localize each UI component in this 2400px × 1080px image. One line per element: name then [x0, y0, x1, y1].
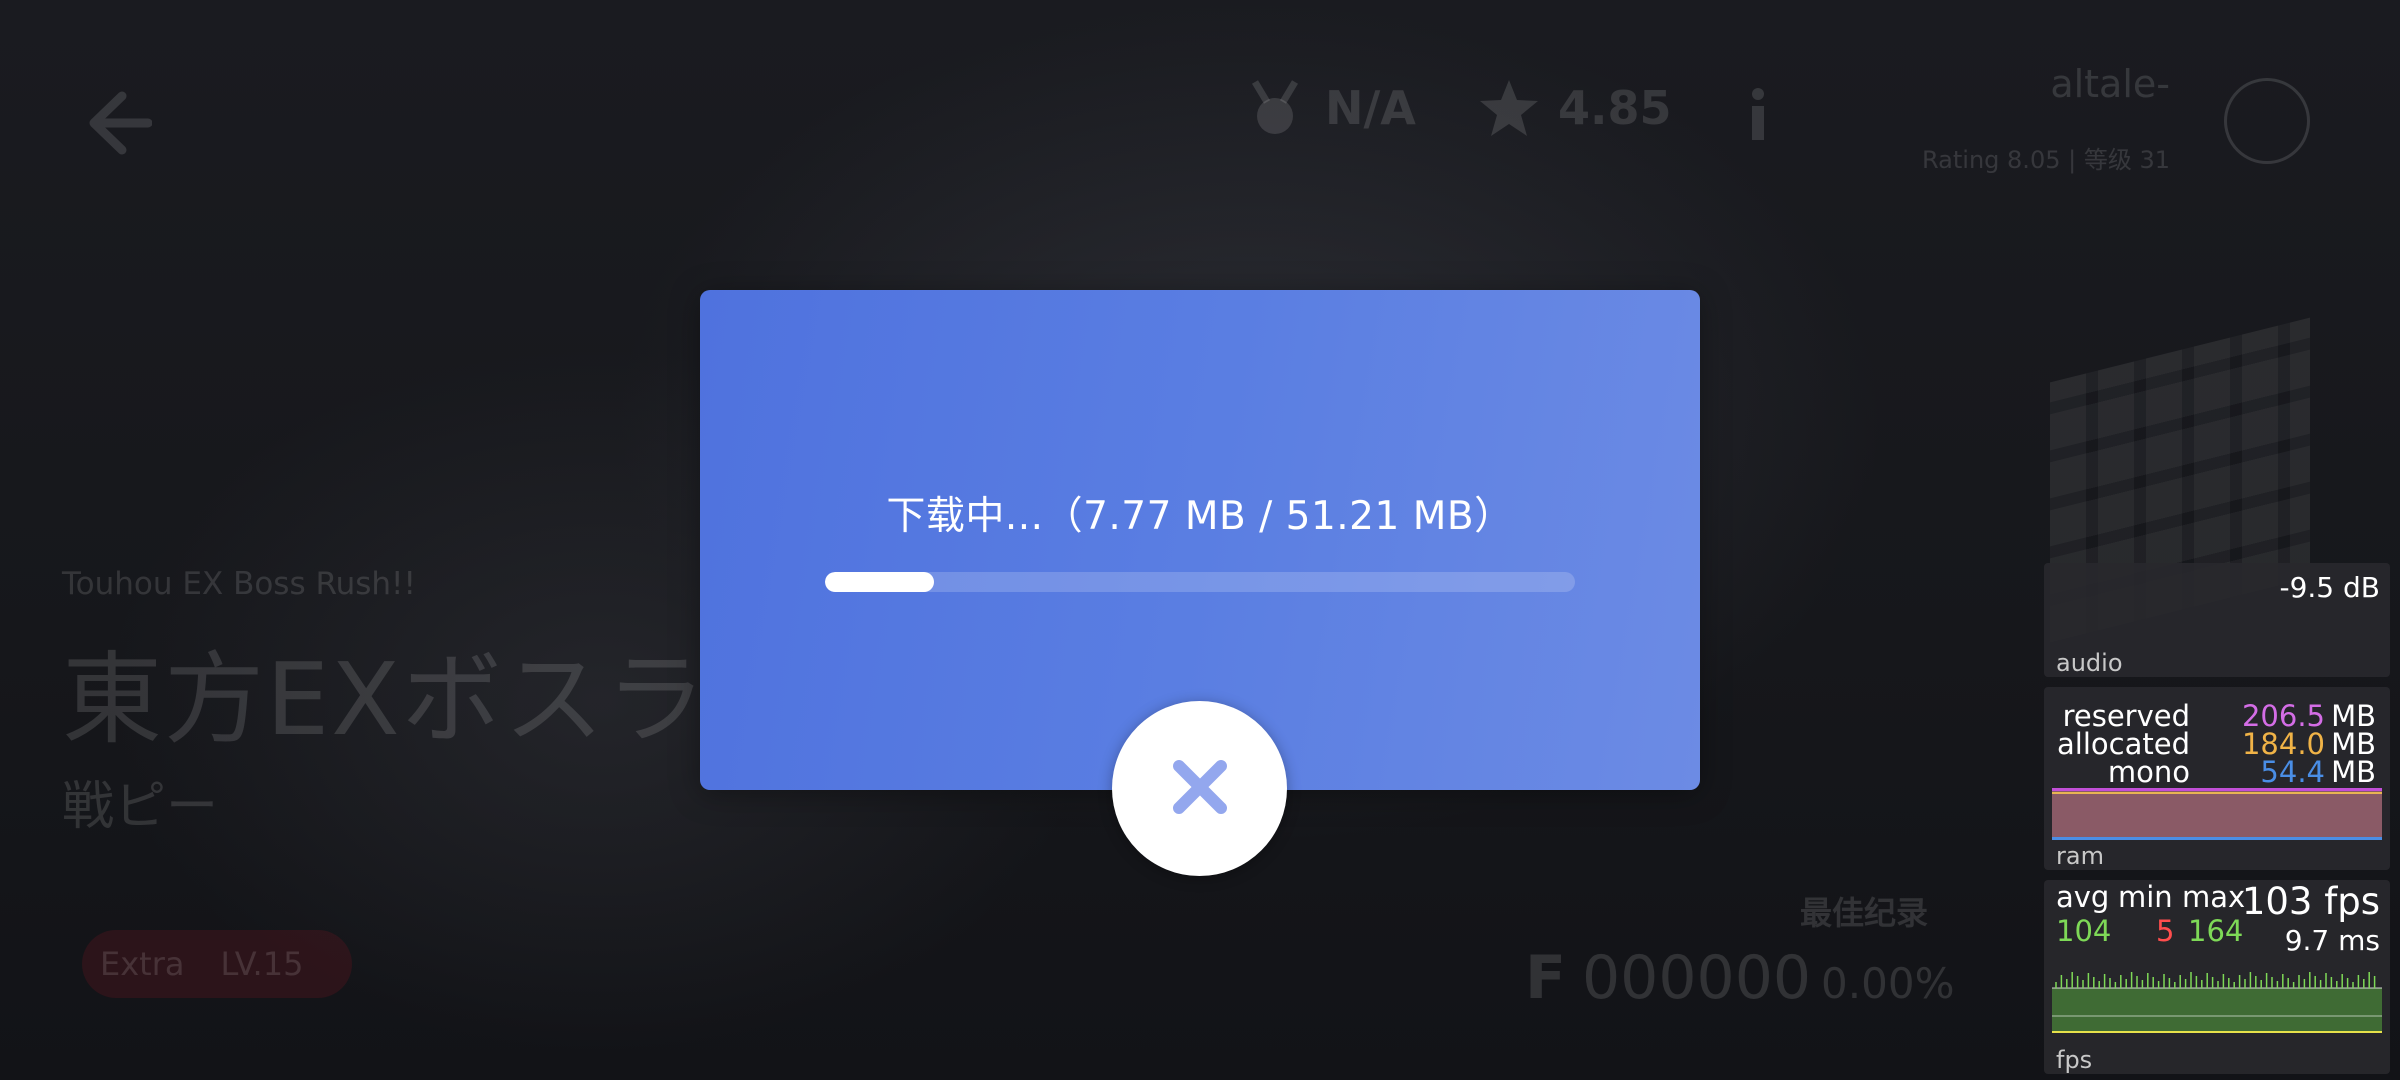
grade-value: N/A: [1325, 81, 1416, 135]
rating-value: 4.85: [1558, 81, 1672, 135]
frame-time: 9.7 ms: [2284, 924, 2380, 957]
fps-debug-panel: avg min max 104 5 164 103 fps 9.7 ms fps: [2044, 880, 2390, 1074]
info-icon[interactable]: [1728, 84, 1788, 144]
audio-debug-panel: -9.5 dB audio: [2044, 563, 2390, 677]
ram-graph: [2052, 788, 2382, 840]
ram-reserved-line: [2052, 788, 2382, 791]
fps-avg-value: 104: [2056, 914, 2112, 948]
ram-row-reserved: reserved 206.5 MB: [2044, 699, 2380, 733]
difficulty-selector[interactable]: Extra LV.15: [82, 930, 352, 998]
ram-label: ram: [2056, 842, 2104, 870]
ram-mono-value: 54.4: [2260, 755, 2325, 789]
medal-icon: [1245, 78, 1305, 138]
grade-stat: N/A: [1245, 78, 1416, 138]
cancel-download-button[interactable]: [1112, 701, 1287, 876]
ram-allocated-value: 184.0: [2241, 727, 2325, 761]
user-rating-level: Rating 8.05 | 等级 31: [1922, 146, 2170, 174]
avatar[interactable]: [2224, 78, 2310, 164]
ram-mono-line: [2052, 837, 2382, 840]
username: altale-: [2050, 62, 2170, 106]
download-progress-fill: [825, 572, 934, 592]
ram-row-mono: mono 54.4 MB: [2044, 755, 2380, 789]
ram-allocated-unit: MB: [2331, 727, 2376, 761]
rating-stat: 4.85: [1478, 78, 1672, 138]
download-progress-bar: [825, 572, 1575, 592]
star-icon: [1478, 78, 1538, 138]
song-subtitle: Touhou EX Boss Rush!!: [62, 566, 416, 602]
fps-min-label: min: [2118, 880, 2173, 914]
ram-allocated-label: allocated: [2057, 727, 2190, 761]
audio-label: audio: [2056, 649, 2123, 677]
difficulty-name: Extra: [100, 945, 185, 983]
fps-current: 103 fps: [2241, 880, 2380, 923]
ram-debug-panel: reserved 206.5 MB allocated 184.0 MB mon…: [2044, 687, 2390, 870]
score-grade: F: [1525, 943, 1566, 1013]
fps-max-value: 164: [2188, 914, 2244, 948]
ram-mono-unit: MB: [2331, 755, 2376, 789]
ram-reserved-value: 206.5: [2241, 699, 2325, 733]
best-record-label: 最佳纪录: [1800, 894, 1929, 932]
audio-level: -9.5 dB: [2279, 571, 2380, 604]
ram-row-allocated: allocated 184.0 MB: [2044, 727, 2380, 761]
ram-mono-label: mono: [2107, 755, 2190, 789]
download-status-text: 下载中...（7.77 MB / 51.21 MB）: [886, 494, 1514, 539]
fps-min-value: 5: [2156, 914, 2175, 948]
ram-allocated-line: [2052, 792, 2382, 794]
ram-reserved-label: reserved: [2062, 699, 2190, 733]
score-value: 000000: [1582, 943, 1812, 1013]
song-artist: 戦ピー: [62, 777, 219, 837]
fps-graph: [2052, 972, 2382, 1033]
song-title: 東方EXボスラ: [62, 641, 708, 758]
fps-avg-label: avg: [2056, 880, 2110, 914]
difficulty-level: LV.15: [220, 945, 304, 983]
ram-reserved-unit: MB: [2331, 699, 2376, 733]
close-icon: [1171, 758, 1229, 820]
back-arrow-icon[interactable]: [82, 88, 153, 158]
best-score: F 000000 0.00%: [1525, 943, 1954, 1013]
fps-max-label: max: [2182, 880, 2246, 914]
fps-label: fps: [2056, 1046, 2093, 1074]
score-accuracy: 0.00%: [1821, 959, 1955, 1008]
